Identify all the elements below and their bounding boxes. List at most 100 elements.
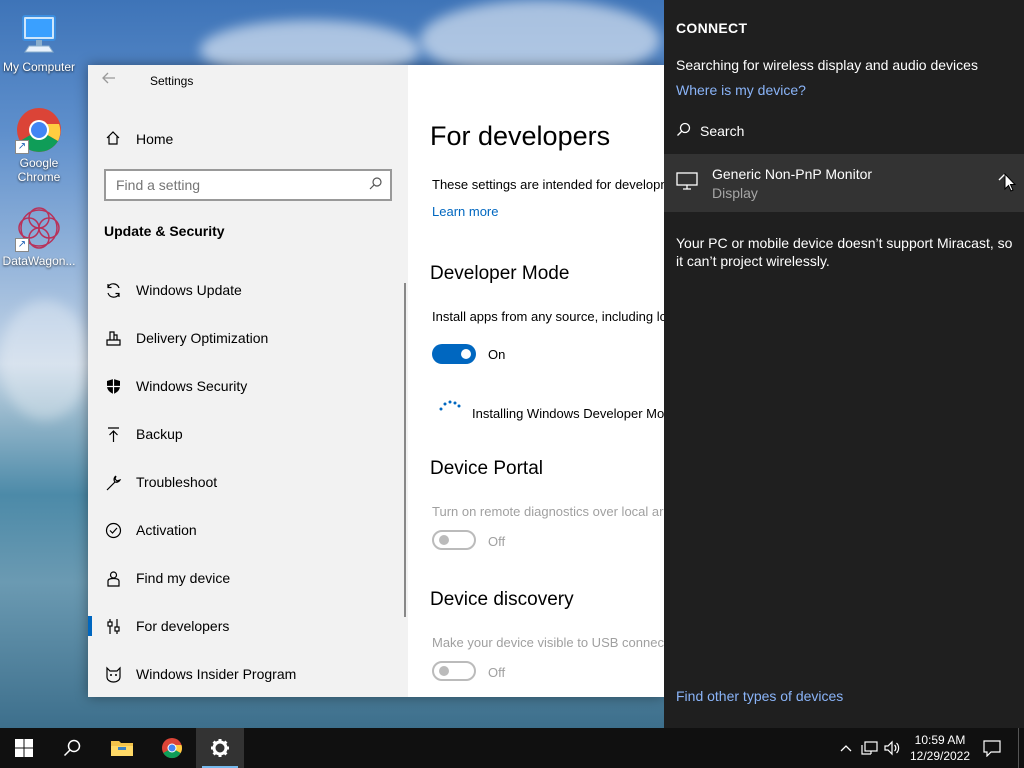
connect-searching-text: Searching for wireless display and audio… (676, 57, 978, 73)
connect-search-label: Search (700, 123, 745, 139)
intro-text: These settings are intended for developm… (432, 177, 664, 192)
chrome-icon: ↗ (15, 106, 63, 154)
nav-home-label: Home (136, 131, 174, 147)
device-portal-state: Off (488, 534, 506, 549)
nav-scrollbar[interactable] (404, 283, 406, 617)
wrench-icon (104, 473, 122, 491)
nav-item-find-my-device[interactable]: Find my device (88, 554, 408, 602)
desktop-icon-google-chrome[interactable]: ↗ Google Chrome (0, 106, 81, 184)
desktop-icon-label: My Computer (2, 60, 76, 74)
nav-item-windows-insider-program[interactable]: Windows Insider Program (88, 650, 408, 697)
nav-item-activation[interactable]: Activation (88, 506, 408, 554)
desktop-icon-my-computer[interactable]: My Computer (0, 10, 81, 74)
progress-spinner-icon (439, 400, 461, 411)
toggle-knob (439, 666, 449, 676)
nav-item-label: Windows Security (136, 378, 248, 394)
nav-item-for-developers[interactable]: For developers (88, 602, 408, 650)
delivery-optimization-icon (104, 329, 122, 347)
show-desktop-button[interactable] (1018, 728, 1019, 768)
nav-item-label: Delivery Optimization (136, 330, 269, 346)
backup-icon (104, 425, 122, 443)
device-type: Display (712, 185, 758, 201)
settings-window: Settings Home Update & Security Windows … (88, 65, 664, 697)
device-name: Generic Non-PnP Monitor (712, 166, 873, 182)
nav-item-label: Windows Update (136, 282, 242, 298)
nav-item-label: For developers (136, 618, 230, 634)
shield-icon (104, 377, 122, 395)
shortcut-arrow-icon: ↗ (15, 140, 29, 154)
where-is-my-device-link[interactable]: Where is my device? (676, 82, 806, 98)
nav-item-troubleshoot[interactable]: Troubleshoot (88, 458, 408, 506)
developer-mode-description: Install apps from any source, including … (432, 309, 664, 324)
chrome-icon (162, 738, 182, 759)
taskbar-search-button[interactable] (48, 728, 96, 768)
nav-item-label: Troubleshoot (136, 474, 218, 490)
taskbar-chrome[interactable] (148, 728, 196, 768)
taskbar-clock[interactable]: 10:59 AM 12/29/2022 (904, 732, 976, 764)
connect-pane: CONNECT Searching for wireless display a… (664, 0, 1024, 728)
nav-item-label: Windows Insider Program (136, 666, 297, 682)
settings-content-pane: For developers These settings are intend… (408, 65, 664, 697)
settings-nav-pane: Settings Home Update & Security Windows … (88, 65, 408, 697)
device-list-item[interactable]: Generic Non-PnP Monitor Display (664, 154, 1024, 212)
toggle-knob (461, 349, 471, 359)
windows-logo-icon (15, 739, 33, 757)
device-portal-heading: Device Portal (430, 458, 543, 479)
nav-home[interactable]: Home (104, 127, 173, 151)
nav-item-label: Activation (136, 522, 197, 538)
nav-item-label: Find my device (136, 570, 231, 586)
learn-more-link[interactable]: Learn more (432, 204, 498, 219)
desktop-icon-datawagon[interactable]: ↗ DataWagon... (0, 204, 81, 268)
taskbar-settings[interactable] (196, 728, 244, 768)
nav-item-label: Backup (136, 426, 183, 442)
mouse-cursor-icon (1004, 173, 1016, 192)
check-circle-icon (104, 521, 122, 539)
show-hidden-icons-chevron-icon[interactable] (836, 738, 856, 758)
back-button[interactable] (102, 71, 124, 93)
nav-item-delivery-optimization[interactable]: Delivery Optimization (88, 314, 408, 362)
device-portal-toggle[interactable] (432, 530, 476, 550)
window-title: Settings (150, 74, 194, 88)
nav-item-windows-security[interactable]: Windows Security (88, 362, 408, 410)
clock-time: 10:59 AM (914, 733, 966, 747)
wallpaper-cloud (0, 300, 90, 420)
datawagon-icon: ↗ (15, 204, 63, 252)
folder-icon (111, 741, 133, 756)
nav-list: Windows Update Delivery Optimization Win… (88, 266, 408, 697)
toggle-knob (439, 535, 449, 545)
developer-mode-heading: Developer Mode (430, 263, 570, 284)
miracast-note: Your PC or mobile device doesn’t support… (676, 235, 1013, 269)
nav-item-backup[interactable]: Backup (88, 410, 408, 458)
installing-status: Installing Windows Developer Mode packag… (472, 406, 664, 421)
search-icon (369, 177, 382, 193)
action-center-icon[interactable] (982, 738, 1002, 758)
network-icon[interactable] (860, 738, 880, 758)
home-icon (104, 130, 122, 149)
device-discovery-description: Make your device visible to USB connecti… (432, 635, 664, 650)
device-discovery-toggle[interactable] (432, 661, 476, 681)
search-icon (63, 739, 81, 757)
nav-item-windows-update[interactable]: Windows Update (88, 266, 408, 314)
developer-mode-toggle[interactable] (432, 344, 476, 364)
computer-icon (15, 10, 63, 58)
title-bar: Settings (88, 65, 408, 99)
volume-icon[interactable] (882, 738, 902, 758)
device-portal-description: Turn on remote diagnostics over local ar… (432, 504, 664, 519)
device-discovery-heading: Device discovery (430, 589, 574, 610)
sync-icon (104, 281, 122, 299)
search-icon (676, 122, 692, 140)
connect-title: CONNECT (676, 20, 748, 36)
connect-search[interactable]: Search (676, 122, 744, 140)
section-title: Update & Security (104, 223, 225, 239)
taskbar-file-explorer[interactable] (98, 728, 146, 768)
settings-search-input[interactable] (106, 171, 356, 199)
insider-cat-icon (104, 665, 122, 683)
developer-mode-state: On (488, 347, 506, 362)
developer-icon (104, 617, 122, 635)
find-other-devices-link[interactable]: Find other types of devices (676, 688, 843, 704)
monitor-icon (676, 171, 698, 196)
desktop-icon-label: DataWagon... (2, 254, 76, 268)
taskbar: 10:59 AM 12/29/2022 (0, 728, 1024, 768)
settings-search-box[interactable] (104, 169, 392, 201)
start-button[interactable] (0, 728, 48, 768)
